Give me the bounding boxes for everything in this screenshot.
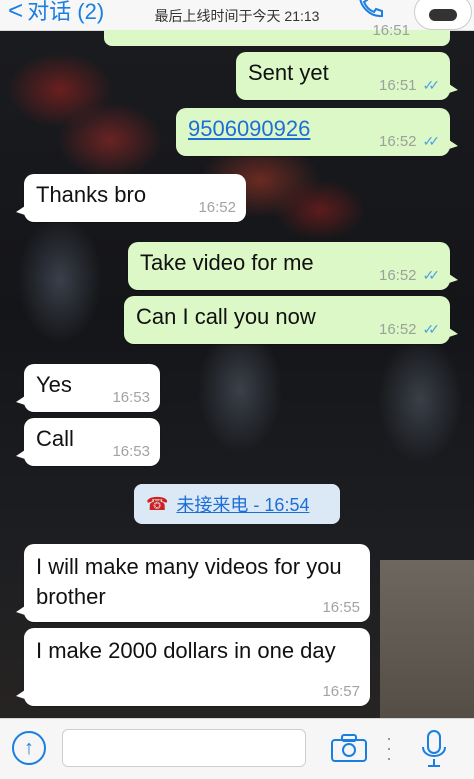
message-bubble-outgoing[interactable]: Can I call you now 16:52 ✓✓ xyxy=(124,296,458,344)
message-time: 16:52 xyxy=(378,321,417,338)
message-text: Sent yet xyxy=(248,60,329,85)
message-text: I make 2000 dollars in one day xyxy=(36,638,336,663)
message-bubble-incoming[interactable]: Yes 16:53 xyxy=(16,364,160,412)
message-time: 16:52 xyxy=(378,133,417,150)
message-input[interactable] xyxy=(62,729,306,767)
read-ticks-icon: ✓✓ xyxy=(422,77,441,93)
missed-call-notice[interactable]: ☎ 未接来电 - 16:54 xyxy=(134,484,340,524)
phone-icon[interactable] xyxy=(354,0,384,18)
contact-avatar[interactable] xyxy=(414,0,472,30)
message-list: 16:51 Sent yet 16:51 ✓✓ 9506090926 16:52 ✓… xyxy=(0,22,474,720)
missed-call-icon: ☎ xyxy=(146,493,169,514)
message-time: 16:53 xyxy=(112,389,150,406)
message-bubble-incoming[interactable]: Call 16:53 xyxy=(16,418,160,466)
read-ticks-icon: ✓✓ xyxy=(422,267,441,283)
message-time: 16:51 xyxy=(378,77,417,94)
message-time: 16:57 xyxy=(322,683,360,700)
message-time: 16:51 xyxy=(372,22,410,39)
arrow-up-icon[interactable]: ↑ xyxy=(12,731,46,765)
more-dots-icon[interactable]: · · · xyxy=(386,729,392,767)
message-bubble-incoming[interactable]: I will make many videos for you brother … xyxy=(16,544,370,622)
message-time: 16:53 xyxy=(112,443,150,460)
phone-number-link[interactable]: 9506090926 xyxy=(188,116,310,142)
message-input-bar: ↑ · · · xyxy=(0,718,474,779)
message-text: Thanks bro xyxy=(36,182,147,207)
read-ticks-icon: ✓✓ xyxy=(422,133,441,149)
message-text: Take video for me xyxy=(140,250,314,275)
message-time: 16:52 xyxy=(198,199,236,216)
message-bubble-incoming[interactable]: I make 2000 dollars in one day 16:57 xyxy=(16,628,370,706)
message-time: 16:55 xyxy=(322,599,360,616)
message-text: Yes xyxy=(36,372,72,397)
camera-icon[interactable] xyxy=(330,733,368,763)
message-bubble-outgoing[interactable]: Take video for me 16:52 ✓✓ xyxy=(128,242,458,290)
message-bubble-outgoing[interactable]: Sent yet 16:51 ✓✓ xyxy=(236,52,458,100)
message-text: Can I call you now xyxy=(136,304,316,329)
previous-message-fragment: 16:51 xyxy=(104,22,450,46)
message-bubble-incoming[interactable]: Thanks bro 16:52 xyxy=(16,174,246,222)
missed-call-label: 未接来电 - 16:54 xyxy=(176,495,310,515)
message-bubble-outgoing[interactable]: 9506090926 16:52 ✓✓ xyxy=(176,108,458,156)
read-ticks-icon: ✓✓ xyxy=(422,321,441,337)
message-time: 16:52 xyxy=(378,267,417,284)
message-text: I will make many videos for you brother xyxy=(36,554,342,609)
message-text: Call xyxy=(36,426,74,451)
microphone-icon[interactable] xyxy=(420,729,448,769)
